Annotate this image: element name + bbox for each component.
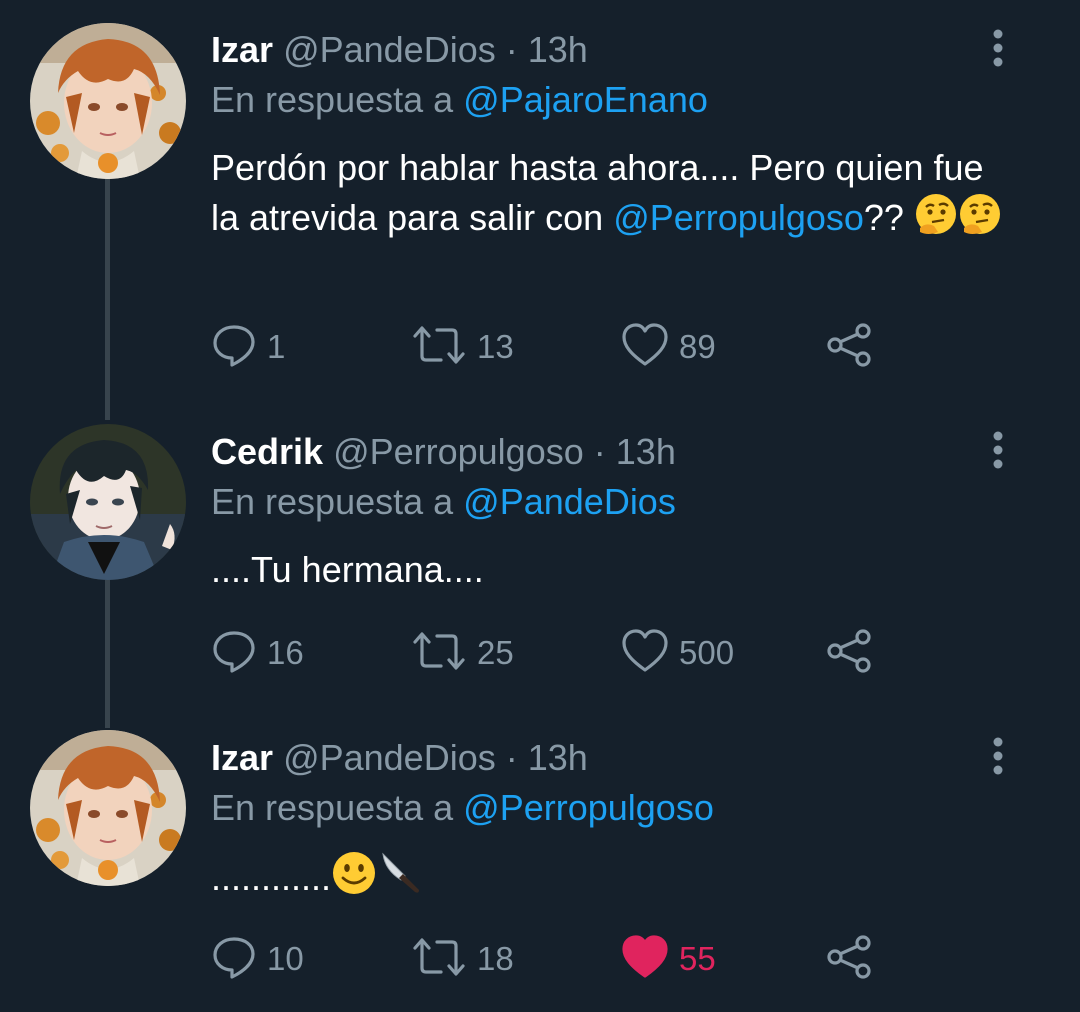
mention-link[interactable]: @Perropulgoso (613, 197, 864, 238)
author-name[interactable]: Cedrik (211, 431, 323, 472)
tweet-text-part: ....Tu hermana.... (211, 549, 484, 590)
share-button[interactable] (825, 322, 873, 372)
tweet-text: ............ (211, 850, 1011, 908)
thinking-face-emoji (914, 192, 958, 248)
more-vertical-icon[interactable] (980, 26, 1016, 70)
author-handle[interactable]: @PandeDios (283, 737, 496, 778)
reply-icon (211, 628, 257, 679)
share-icon (825, 933, 873, 986)
reply-button[interactable]: 10 (211, 934, 304, 984)
reply-context: En respuesta a @PandeDios (211, 480, 676, 524)
separator-dot: · (593, 431, 606, 472)
like-button[interactable]: 55 (621, 934, 716, 984)
tweet-actions: 1 13 89 (211, 322, 911, 372)
reply-button[interactable]: 1 (211, 322, 285, 372)
more-vertical-icon[interactable] (980, 734, 1016, 778)
retweet-button[interactable]: 13 (411, 322, 514, 372)
reply-context: En respuesta a @PajaroEnano (211, 78, 708, 122)
like-count: 500 (679, 634, 735, 671)
separator-dot: · (505, 737, 518, 778)
reply-prefix: En respuesta a (211, 481, 454, 522)
slightly-smiling-face-emoji (331, 850, 377, 908)
timestamp[interactable]: 13h (616, 431, 676, 472)
tweet-text: ....Tu hermana.... (211, 546, 1011, 594)
avatar[interactable] (30, 730, 186, 886)
tweet-text-part: ?? (863, 197, 914, 238)
share-button[interactable] (825, 628, 873, 678)
tweet-header: Izar @PandeDios · 13h (211, 736, 588, 780)
reply-count: 10 (267, 940, 304, 977)
heart-icon (621, 628, 669, 679)
reply-context: En respuesta a @Perropulgoso (211, 786, 714, 830)
reply-to-mention[interactable]: @PajaroEnano (463, 79, 708, 120)
tweet-header: Cedrik @Perropulgoso · 13h (211, 430, 676, 474)
like-button[interactable]: 500 (621, 628, 734, 678)
separator-dot: · (505, 29, 518, 70)
retweet-count: 25 (477, 634, 514, 671)
reply-icon (211, 934, 257, 985)
more-vertical-icon[interactable] (980, 428, 1016, 472)
retweet-button[interactable]: 18 (411, 934, 514, 984)
like-count: 55 (679, 940, 716, 977)
share-icon (825, 627, 873, 680)
share-icon (825, 321, 873, 374)
reply-to-mention[interactable]: @Perropulgoso (463, 787, 714, 828)
author-handle[interactable]: @PandeDios (283, 29, 496, 70)
retweet-icon (411, 934, 467, 985)
thinking-face-emoji (958, 192, 1002, 248)
avatar[interactable] (30, 23, 186, 179)
heart-icon (621, 934, 669, 985)
like-count: 89 (679, 328, 716, 365)
tweet[interactable]: Izar @PandeDios · 13h En respuesta a @Pa… (0, 0, 1080, 367)
author-name[interactable]: Izar (211, 29, 273, 70)
retweet-count: 13 (477, 328, 514, 365)
tweet[interactable]: Cedrik @Perropulgoso · 13h En respuesta … (0, 406, 1080, 712)
author-handle[interactable]: @Perropulgoso (333, 431, 584, 472)
author-name[interactable]: Izar (211, 737, 273, 778)
like-button[interactable]: 89 (621, 322, 716, 372)
retweet-button[interactable]: 25 (411, 628, 514, 678)
reply-prefix: En respuesta a (211, 787, 454, 828)
reply-prefix: En respuesta a (211, 79, 454, 120)
heart-icon (621, 322, 669, 373)
retweet-icon (411, 628, 467, 679)
timestamp[interactable]: 13h (528, 29, 588, 70)
reply-button[interactable]: 16 (211, 628, 304, 678)
avatar[interactable] (30, 424, 186, 580)
timestamp[interactable]: 13h (528, 737, 588, 778)
tweet-actions: 16 25 500 (211, 628, 911, 678)
tweet-text: Perdón por hablar hasta ahora.... Pero q… (211, 144, 1011, 248)
share-button[interactable] (825, 934, 873, 984)
retweet-count: 18 (477, 940, 514, 977)
reply-count: 16 (267, 634, 304, 671)
tweet-header: Izar @PandeDios · 13h (211, 28, 588, 72)
tweet-actions: 10 18 55 (211, 934, 911, 984)
retweet-icon (411, 322, 467, 373)
reply-count: 1 (267, 328, 286, 365)
tweet[interactable]: Izar @PandeDios · 13h En respuesta a @Pe… (0, 706, 1080, 1012)
tweet-text-part: ............ (211, 857, 332, 898)
knife-emoji (377, 850, 423, 908)
reply-to-mention[interactable]: @PandeDios (463, 481, 676, 522)
reply-icon (211, 322, 257, 373)
